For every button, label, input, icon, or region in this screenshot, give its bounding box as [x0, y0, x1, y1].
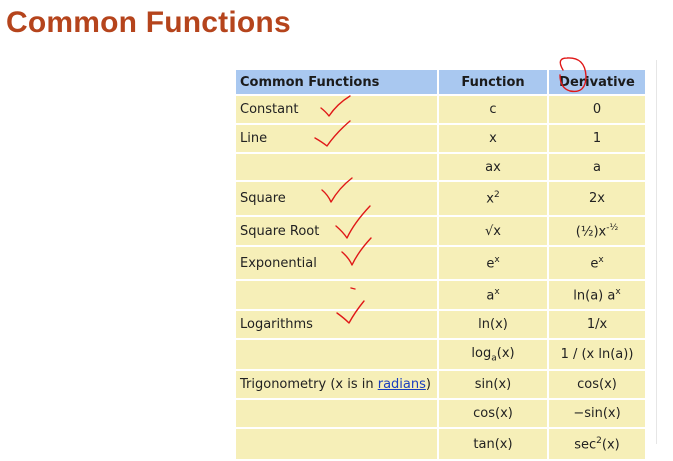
- derivative-base: (½)x: [575, 224, 607, 240]
- derivative-cell: ln(a) ax: [549, 281, 645, 309]
- row-name-suffix: ): [425, 377, 431, 392]
- function-cell: x2: [439, 182, 547, 215]
- row-name-cell: [236, 340, 437, 369]
- function-cell: sin(x): [439, 371, 547, 398]
- function-exponent: 2: [493, 190, 500, 201]
- function-cell: ex: [439, 247, 547, 279]
- table-row: ax a: [236, 154, 645, 180]
- table-row: ax ln(a) ax: [236, 281, 645, 309]
- row-name-cell: [236, 400, 437, 427]
- derivative-cell: cos(x): [549, 371, 645, 398]
- table-row: Square x2 2x: [236, 182, 645, 215]
- function-cell: ln(x): [439, 311, 547, 338]
- function-cell: √x: [439, 217, 547, 245]
- table-row: Line x 1: [236, 125, 645, 152]
- row-name-cell: Line: [236, 125, 437, 152]
- derivative-cell: ex: [549, 247, 645, 279]
- derivative-cell: (½)x-½: [549, 217, 645, 245]
- column-header-derivative: Derivative: [549, 70, 645, 94]
- table-row: Trigonometry (x is in radians) sin(x) co…: [236, 371, 645, 398]
- table-row: loga(x) 1 / (x ln(a)): [236, 340, 645, 369]
- derivative-cell: 1: [549, 125, 645, 152]
- derivative-cell: 0: [549, 96, 645, 123]
- column-header-common-functions: Common Functions: [236, 70, 437, 94]
- function-exponent: x: [494, 254, 500, 265]
- function-cell: ax: [439, 154, 547, 180]
- function-cell: loga(x): [439, 340, 547, 369]
- row-name-cell: [236, 154, 437, 180]
- table-row: Constant c 0: [236, 96, 645, 123]
- function-cell: tan(x): [439, 429, 547, 459]
- slide-edge-divider: [656, 60, 657, 444]
- table-row: tan(x) sec2(x): [236, 429, 645, 459]
- table-row: Logarithms ln(x) 1/x: [236, 311, 645, 338]
- derivative-exponent: -½: [606, 222, 619, 233]
- radians-link[interactable]: radians: [378, 377, 426, 392]
- row-name-cell: Constant: [236, 96, 437, 123]
- row-name-cell: Square Root: [236, 217, 437, 245]
- row-name-cell: Trigonometry (x is in radians): [236, 371, 437, 398]
- column-header-function: Function: [439, 70, 547, 94]
- function-cell: cos(x): [439, 400, 547, 427]
- derivative-cell: 1/x: [549, 311, 645, 338]
- derivative-base: sec: [574, 437, 597, 453]
- derivative-cell: −sin(x): [549, 400, 645, 427]
- row-name-cell: Square: [236, 182, 437, 215]
- function-base: x: [486, 191, 494, 207]
- derivatives-table: Common Functions Function Derivative Con…: [234, 68, 647, 461]
- function-suffix: (x): [496, 345, 515, 361]
- derivative-cell: 2x: [549, 182, 645, 215]
- derivative-exponent: x: [615, 286, 621, 297]
- row-name-cell: [236, 429, 437, 459]
- table-row: cos(x) −sin(x): [236, 400, 645, 427]
- derivative-cell: 1 / (x ln(a)): [549, 340, 645, 369]
- row-name-cell: [236, 281, 437, 309]
- derivative-cell: sec2(x): [549, 429, 645, 459]
- function-cell: ax: [439, 281, 547, 309]
- slide-title: Common Functions: [6, 6, 291, 39]
- derivative-suffix: (x): [601, 437, 620, 453]
- function-exponent: x: [494, 286, 500, 297]
- table-header-row: Common Functions Function Derivative: [236, 70, 645, 94]
- derivative-base: ln(a) a: [573, 288, 616, 304]
- row-name-cell: Exponential: [236, 247, 437, 279]
- derivative-exponent: x: [598, 254, 604, 265]
- function-prefix: log: [471, 345, 492, 361]
- table-row: Exponential ex ex: [236, 247, 645, 279]
- function-cell: c: [439, 96, 547, 123]
- row-name-prefix: Trigonometry (x is in: [240, 377, 378, 392]
- function-cell: x: [439, 125, 547, 152]
- row-name-cell: Logarithms: [236, 311, 437, 338]
- derivative-cell: a: [549, 154, 645, 180]
- table-row: Square Root √x (½)x-½: [236, 217, 645, 245]
